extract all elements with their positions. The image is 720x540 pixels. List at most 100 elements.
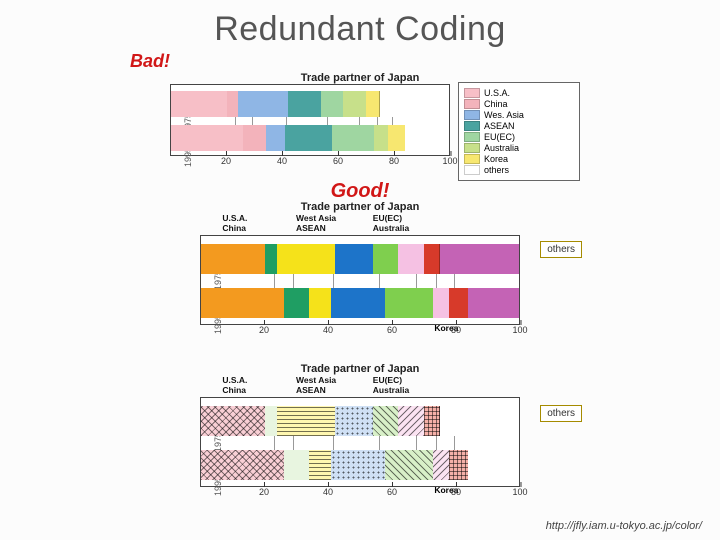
- segment: [171, 125, 244, 151]
- legend-row: others: [464, 165, 574, 175]
- legend-row: Wes. Asia: [464, 110, 574, 120]
- slide: Redundant Coding Bad! Trade partner of J…: [0, 0, 720, 540]
- footer-url: http://jfly.iam.u-tokyo.ac.jp/color/: [546, 520, 702, 532]
- top-labels-3: U.S.A. China West Asia ASEAN EU(EC) Aust…: [200, 375, 520, 397]
- segment: [440, 406, 520, 436]
- segment: [201, 288, 285, 318]
- segment: [449, 450, 469, 480]
- plot-area-3: 1975 1995: [200, 397, 520, 487]
- legend-row: U.S.A.: [464, 88, 574, 98]
- segment: [385, 450, 434, 480]
- bar-1995-color: [201, 288, 519, 318]
- legend-label: Korea: [484, 154, 508, 164]
- legend-swatch: [464, 132, 480, 142]
- x-tick: 40: [323, 487, 333, 497]
- legend-row: ASEAN: [464, 121, 574, 131]
- tl3-china: China: [222, 385, 246, 395]
- tl-westasia: West Asia: [296, 213, 336, 223]
- legend-label: U.S.A.: [484, 88, 510, 98]
- segment: [288, 91, 322, 117]
- legend-swatch: [464, 88, 480, 98]
- segment: [433, 450, 450, 480]
- connectors-tex: [201, 436, 519, 450]
- segment: [468, 450, 519, 480]
- good-label: Good!: [20, 180, 700, 203]
- x-tick: 20: [221, 156, 231, 166]
- segment: [284, 450, 310, 480]
- x-tick: 40: [323, 325, 333, 335]
- tl3-eu: EU(EC): [373, 375, 402, 385]
- x-tick: 100: [512, 325, 527, 335]
- chart-title-3: Trade partner of Japan: [170, 363, 550, 375]
- legend-row: Korea: [464, 154, 574, 164]
- tl-asean: ASEAN: [296, 223, 326, 233]
- legend-label: Wes. Asia: [484, 110, 524, 120]
- segment: [468, 288, 519, 318]
- segment: [309, 288, 332, 318]
- tl-usa: U.S.A.: [222, 213, 247, 223]
- segment: [284, 288, 310, 318]
- segment: [331, 450, 386, 480]
- legend-label: China: [484, 99, 508, 109]
- legend-bad: U.S.A.ChinaWes. AsiaASEANEU(EC)Australia…: [458, 82, 580, 181]
- legend-label: ASEAN: [484, 121, 515, 131]
- others-note-3: others: [540, 405, 582, 422]
- segment: [398, 244, 424, 274]
- bad-label: Bad!: [130, 51, 700, 72]
- segment: [201, 406, 266, 436]
- legend-swatch: [464, 165, 480, 175]
- segment: [440, 244, 520, 274]
- segment: [374, 125, 389, 151]
- segment: [321, 91, 344, 117]
- segment: [424, 244, 441, 274]
- segment: [385, 288, 434, 318]
- x-axis-1: 20406080100: [170, 156, 450, 174]
- legend-swatch: [464, 99, 480, 109]
- bar-1975-tex: [201, 406, 519, 436]
- tl3-usa: U.S.A.: [222, 375, 247, 385]
- segment: [277, 406, 335, 436]
- x-tick: 80: [389, 156, 399, 166]
- x-tick: 60: [387, 487, 397, 497]
- segment: [405, 125, 449, 151]
- x-axis-2: 20406080100: [200, 325, 520, 343]
- panel-bad: Trade partner of Japan 1975 1995 2040608…: [140, 72, 580, 180]
- segment: [201, 244, 266, 274]
- x-tick: 20: [259, 487, 269, 497]
- legend-swatch: [464, 154, 480, 164]
- plot-area-1: 1975 1995: [170, 84, 450, 156]
- segment: [335, 406, 374, 436]
- segment: [343, 91, 366, 117]
- segment: [373, 244, 399, 274]
- bar-1975-bad: [171, 91, 449, 117]
- x-axis-3: 20406080100: [200, 487, 520, 505]
- segment: [171, 91, 228, 117]
- segment: [335, 244, 374, 274]
- segment: [332, 125, 375, 151]
- bar-1995-bad: [171, 125, 449, 151]
- legend-row: China: [464, 99, 574, 109]
- x-tick: 80: [451, 325, 461, 335]
- segment: [277, 244, 335, 274]
- x-tick: 100: [512, 487, 527, 497]
- top-labels-2: U.S.A. China West Asia ASEAN EU(EC) Aust…: [200, 213, 520, 235]
- segment: [398, 406, 424, 436]
- x-tick: 20: [259, 325, 269, 335]
- panel-good-color: Trade partner of Japan U.S.A. China West…: [170, 201, 550, 361]
- segment: [373, 406, 399, 436]
- connectors-bad: [171, 117, 449, 125]
- segment: [366, 91, 381, 117]
- segment: [424, 406, 441, 436]
- legend-label: EU(EC): [484, 132, 515, 142]
- tl3-westasia: West Asia: [296, 375, 336, 385]
- bar-1975-color: [201, 244, 519, 274]
- legend-swatch: [464, 121, 480, 131]
- segment: [380, 91, 450, 117]
- chart-title-2: Trade partner of Japan: [170, 201, 550, 213]
- tl-eu: EU(EC): [373, 213, 402, 223]
- legend-label: Australia: [484, 143, 519, 153]
- legend-label: others: [484, 165, 509, 175]
- segment: [265, 406, 279, 436]
- plot-area-2: 1975 1995: [200, 235, 520, 325]
- segment: [388, 125, 406, 151]
